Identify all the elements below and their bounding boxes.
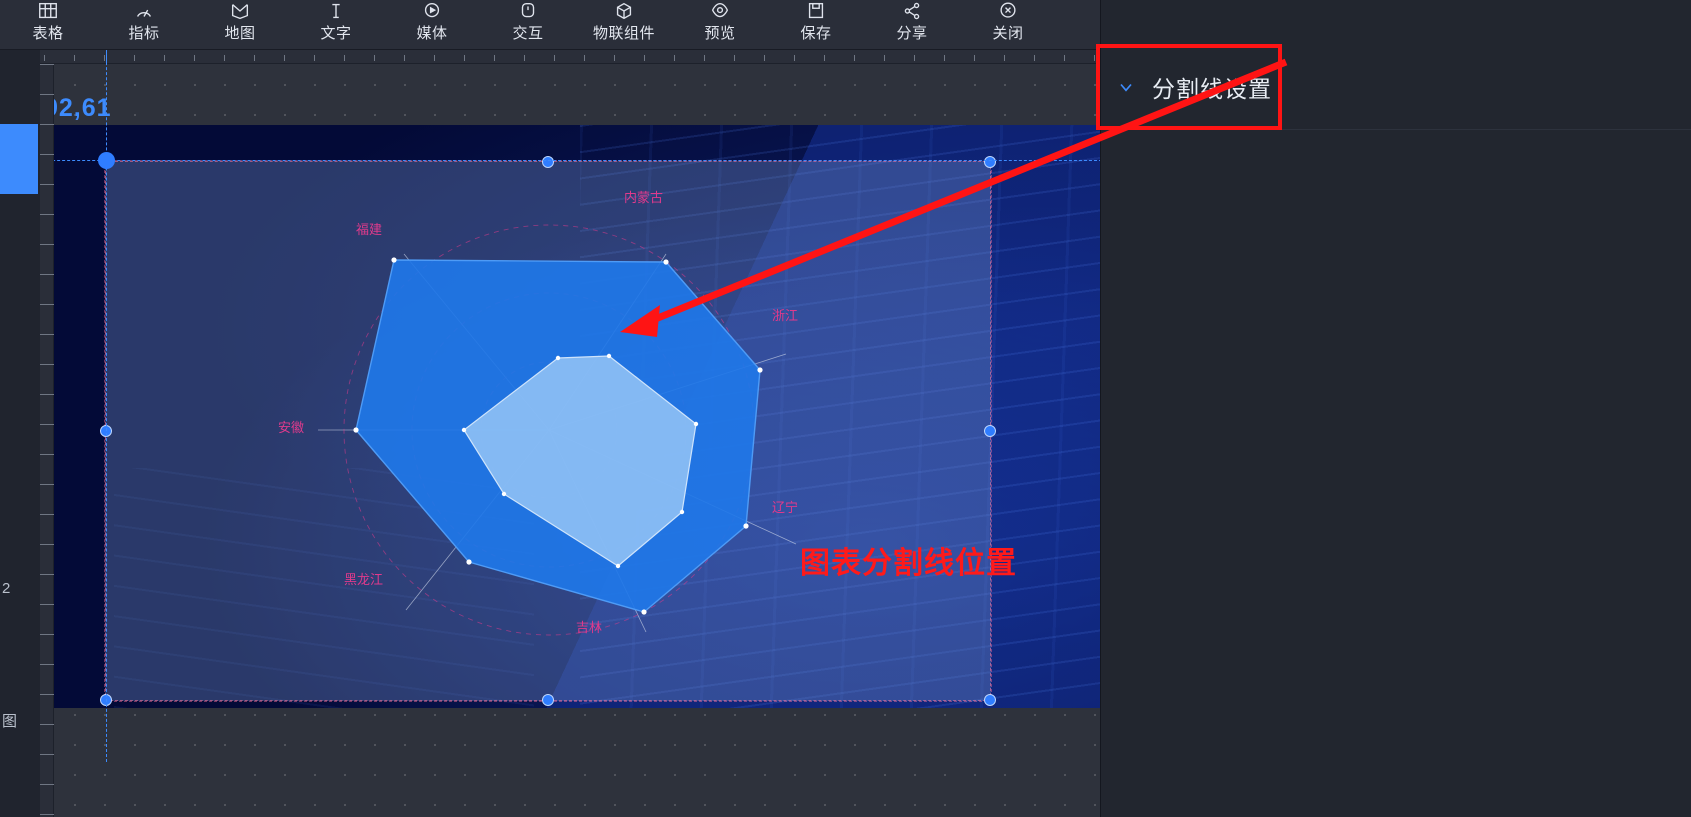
- share-icon: [901, 0, 923, 22]
- toolbar-item-indicator[interactable]: 指标: [96, 0, 192, 50]
- toolbar-item-label: 指标: [128, 24, 160, 42]
- indicator-icon: [133, 0, 155, 22]
- rail-color-swatch[interactable]: [0, 124, 38, 194]
- chevron-down-icon[interactable]: [1116, 77, 1136, 97]
- toolbar-item-table[interactable]: 表格: [0, 0, 96, 50]
- section-title: 分割线设置: [1152, 75, 1272, 102]
- toolbar-item-label: 关闭: [992, 24, 1024, 42]
- toolbar-item-label: 保存: [800, 24, 832, 42]
- alignment-guide-horizontal: [54, 160, 1100, 161]
- resize-handle-top-right[interactable]: [984, 156, 996, 168]
- toolbar-item-label: 文字: [320, 24, 352, 42]
- ruler-guide-marker: [106, 50, 107, 64]
- radar-chart-svg: 内蒙古 浙江 辽宁 吉林 黑龙江 安徽 福建: [278, 190, 798, 636]
- toolbar-item-save[interactable]: 保存: [768, 0, 864, 50]
- radar-label-2: 辽宁: [772, 500, 798, 515]
- toolbar-item-preview[interactable]: 预览: [672, 0, 768, 50]
- radar-label-5: 安徽: [278, 420, 304, 435]
- rail-glyph-top: 2: [2, 580, 11, 597]
- toolbar-item-map[interactable]: 地图: [192, 0, 288, 50]
- toolbar-item-label: 媒体: [416, 24, 448, 42]
- toolbar-item-label: 地图: [224, 24, 256, 42]
- coordinate-tooltip: 92,61: [54, 94, 112, 122]
- iot-component-icon: [613, 0, 635, 22]
- table-icon: [37, 0, 59, 22]
- chart-widget-selection[interactable]: 内蒙古 浙江 辽宁 吉林 黑龙江 安徽 福建 图表分割线位置: [100, 156, 1016, 706]
- toolbar-item-label: 物联组件: [592, 24, 655, 42]
- rail-glyph-bottom: 图: [2, 713, 18, 730]
- left-rail: 2 图: [0, 50, 40, 817]
- resize-handle-bottom-right[interactable]: [984, 694, 996, 706]
- radar-label-4: 黑龙江: [344, 572, 383, 587]
- toolbar-item-label: 分享: [896, 24, 928, 42]
- resize-handle-middle-right[interactable]: [984, 425, 996, 437]
- annotation-text: 图表分割线位置: [800, 547, 1017, 580]
- divider-settings-section-header[interactable]: 分割线设置: [1101, 44, 1691, 130]
- radar-label-0: 内蒙古: [624, 190, 663, 205]
- toolbar-item-text[interactable]: 文字: [288, 0, 384, 50]
- resize-handle-top-center[interactable]: [542, 156, 554, 168]
- vertical-ruler[interactable]: [40, 64, 54, 817]
- toolbar-item-label: 交互: [512, 24, 544, 42]
- vertical-ruler-ticks: [40, 64, 54, 817]
- radar-label-3: 吉林: [576, 620, 602, 635]
- toolbar-item-label: 表格: [32, 24, 64, 42]
- map-icon: [229, 0, 251, 22]
- app-root: 表格 指标 地图 文字 媒体 交互 物联组件 预览 保存 分享 关闭 2 图 内…: [0, 0, 1691, 817]
- design-canvas[interactable]: 内蒙古 浙江 辽宁 吉林 黑龙江 安徽 福建 图表分割线位置 92,61: [54, 64, 1100, 817]
- toolbar-item-close[interactable]: 关闭: [960, 0, 1056, 50]
- text-icon: [325, 0, 347, 22]
- close-icon: [997, 0, 1019, 22]
- radar-label-6: 福建: [356, 222, 382, 237]
- toolbar-item-iot-component[interactable]: 物联组件: [576, 0, 672, 50]
- toolbar-item-media[interactable]: 媒体: [384, 0, 480, 50]
- horizontal-ruler[interactable]: [0, 50, 1100, 64]
- ruler-ticks: [44, 50, 1100, 64]
- properties-panel: 分割线设置 显示分割线 分割线颜色 ＋ 新 增 颜色 渐变色 位置 操作: [1100, 0, 1691, 817]
- resize-handle-bottom-center[interactable]: [542, 694, 554, 706]
- radar-chart: 内蒙古 浙江 辽宁 吉林 黑龙江 安徽 福建: [106, 162, 992, 702]
- media-icon: [421, 0, 443, 22]
- toolbar-item-label: 预览: [704, 24, 736, 42]
- guide-intersection-dot: [98, 152, 115, 169]
- preview-icon: [709, 0, 731, 22]
- interaction-icon: [517, 0, 539, 22]
- save-icon: [805, 0, 827, 22]
- toolbar-item-share[interactable]: 分享: [864, 0, 960, 50]
- top-toolbar: 表格 指标 地图 文字 媒体 交互 物联组件 预览 保存 分享 关闭: [0, 0, 1186, 50]
- toolbar-item-interaction[interactable]: 交互: [480, 0, 576, 50]
- radar-label-1: 浙江: [772, 308, 798, 323]
